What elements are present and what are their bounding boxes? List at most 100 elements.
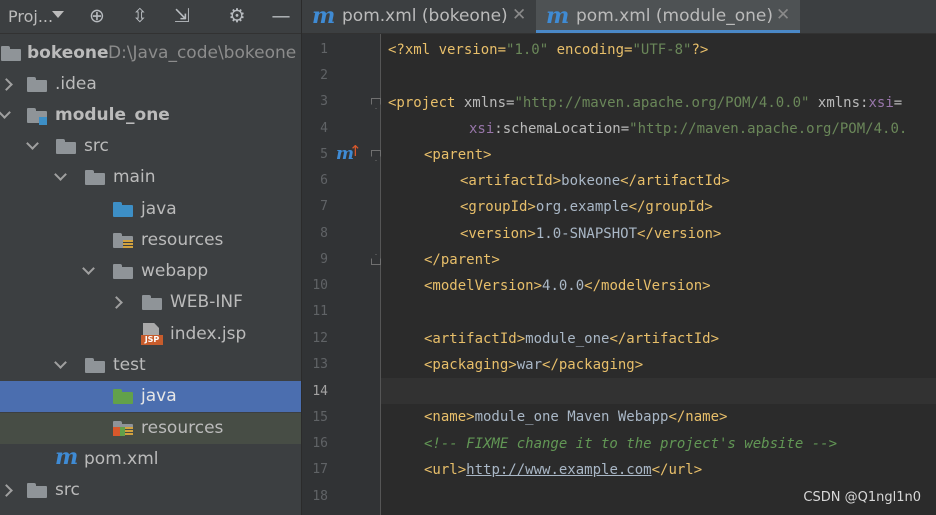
expand-all-icon[interactable]: ⇳ [129, 5, 151, 27]
folder-icon [85, 170, 105, 185]
locate-file-icon[interactable]: ⊕ [86, 5, 108, 27]
project-panel: Proj... ⊕ ⇳ ⇲ ⚙ — bokeone D:\Java_code\b… [0, 0, 301, 515]
line-number: 10 [312, 278, 328, 293]
tree-item-resources[interactable]: resources [0, 225, 301, 256]
tree-item-webapp[interactable]: webapp [0, 256, 301, 287]
folder-icon [142, 295, 162, 310]
tree-item-java[interactable]: java [0, 194, 301, 225]
close-icon[interactable]: ✕ [776, 5, 790, 25]
tree-item-web-inf[interactable]: WEB-INF [0, 287, 301, 318]
tree-item-path: D:\Java_code\bokeone [108, 43, 297, 63]
tab-label: pom.xml (module_one) [576, 6, 774, 26]
chevron-down-icon[interactable] [0, 106, 11, 119]
fold-marker-icon[interactable] [371, 150, 381, 161]
tree-item-label: .idea [55, 74, 97, 94]
line-number: 5 [320, 147, 328, 162]
tree-item-test-resources[interactable]: resources [0, 413, 301, 444]
tree-item-label: resources [141, 418, 224, 438]
line-number: 9 [320, 252, 328, 267]
tree-item-test[interactable]: test [0, 350, 301, 381]
tree-item-test-java[interactable]: java [0, 381, 301, 412]
tree-item-label: java [141, 386, 177, 406]
code-line-10: <modelVersion>4.0.0</modelVersion> [424, 278, 711, 294]
code-line-4: xsi:schemaLocation="http://maven.apache.… [469, 121, 908, 137]
chevron-down-icon[interactable] [54, 168, 67, 181]
tab-pom-bokeone[interactable]: m pom.xml (bokeone) ✕ [302, 0, 534, 33]
editor-tab-bar: m pom.xml (bokeone) ✕ m pom.xml (module_… [302, 0, 936, 34]
tree-item-label: resources [141, 230, 224, 250]
chevron-down-icon[interactable] [82, 262, 95, 275]
tree-item-label: main [113, 167, 156, 187]
code-line-17: <url>http://www.example.com</url> [424, 462, 703, 478]
line-number: 17 [312, 462, 328, 477]
line-number: 6 [320, 173, 328, 188]
tree-item-src[interactable]: src [0, 131, 301, 162]
tree-item-bokeone[interactable]: bokeone D:\Java_code\bokeone [0, 38, 301, 69]
tree-item-pom-xml[interactable]: m pom.xml [0, 444, 301, 475]
editor-gutter: 1 2 3 4 5 6 7 8 9 10 11 12 13 14 15 16 1… [302, 34, 381, 515]
url-link[interactable]: http://www.example.com [466, 462, 651, 478]
source-folder-icon [113, 202, 133, 217]
fold-end-marker-icon[interactable] [371, 254, 381, 265]
chevron-down-icon[interactable] [52, 11, 64, 18]
line-number: 18 [312, 489, 328, 504]
minimize-icon[interactable]: — [270, 5, 292, 27]
folder-icon [27, 77, 47, 92]
tree-item-label: WEB-INF [170, 292, 243, 312]
tab-label: pom.xml (bokeone) [342, 6, 508, 26]
test-resources-folder-icon [113, 421, 133, 436]
tree-item-label: java [141, 199, 177, 219]
test-source-folder-icon [113, 389, 133, 404]
folder-icon [85, 358, 105, 373]
line-number: 3 [320, 94, 328, 109]
tree-item-label: pom.xml [84, 449, 159, 469]
project-view-selector[interactable]: Proj... [8, 7, 53, 26]
chevron-right-icon[interactable] [0, 78, 13, 91]
tree-item-root-src[interactable]: src [0, 475, 301, 506]
gear-icon[interactable]: ⚙ [226, 5, 248, 27]
maven-file-icon: m [546, 3, 570, 29]
folder-icon [27, 483, 47, 498]
code-line-16: <!-- FIXME change it to the project's we… [424, 436, 838, 452]
line-number: 16 [312, 436, 328, 451]
tree-item-label: src [84, 136, 109, 156]
tree-item-idea[interactable]: .idea [0, 69, 301, 100]
tree-item-label: bokeone [27, 43, 109, 63]
jsp-badge: JSP [141, 335, 163, 345]
chevron-down-icon[interactable] [26, 137, 39, 150]
line-number: 7 [320, 199, 328, 214]
chevron-down-icon[interactable] [54, 356, 67, 369]
chevron-right-icon[interactable] [110, 296, 123, 309]
code-line-5: <parent> [424, 147, 492, 163]
line-number: 2 [320, 68, 328, 83]
folder-icon [1, 46, 21, 61]
code-editor[interactable]: <?xml version="1.0" encoding="UTF-8"?> <… [381, 34, 936, 515]
tree-item-main[interactable]: main [0, 162, 301, 193]
code-line-3: <project xmlns="http://maven.apache.org/… [388, 95, 903, 111]
tree-item-label: src [55, 480, 80, 500]
collapse-all-icon[interactable]: ⇲ [171, 5, 193, 27]
arrow-up-icon[interactable]: ↑ [349, 142, 362, 160]
watermark: CSDN @Q1ngl1n0 [803, 490, 921, 505]
chevron-right-icon[interactable] [0, 484, 13, 497]
line-number-current: 14 [312, 384, 328, 399]
tree-item-module-one[interactable]: module_one [0, 100, 301, 131]
line-number: 15 [312, 410, 328, 425]
fold-marker-icon[interactable] [371, 98, 381, 109]
tree-item-label: module_one [55, 105, 170, 125]
code-line-15: <name>module_one Maven Webapp</name> [424, 409, 728, 425]
code-line-9: </parent> [424, 252, 500, 268]
code-line-7: <groupId>org.example</groupId> [460, 199, 713, 215]
close-icon[interactable]: ✕ [512, 5, 526, 25]
module-folder-icon [27, 108, 47, 125]
maven-file-icon: m [55, 444, 79, 470]
line-number: 13 [312, 357, 328, 372]
tree-item-label: test [113, 355, 146, 375]
line-number: 12 [312, 331, 328, 346]
line-number: 11 [312, 304, 328, 319]
tree-item-index-jsp[interactable]: JSP index.jsp [0, 319, 301, 350]
tab-pom-module-one[interactable]: m pom.xml (module_one) ✕ [536, 0, 800, 33]
project-panel-header: Proj... ⊕ ⇳ ⇲ ⚙ — [0, 0, 301, 34]
code-line-12: <artifactId>module_one</artifactId> [424, 331, 720, 347]
resources-folder-icon [113, 233, 133, 249]
